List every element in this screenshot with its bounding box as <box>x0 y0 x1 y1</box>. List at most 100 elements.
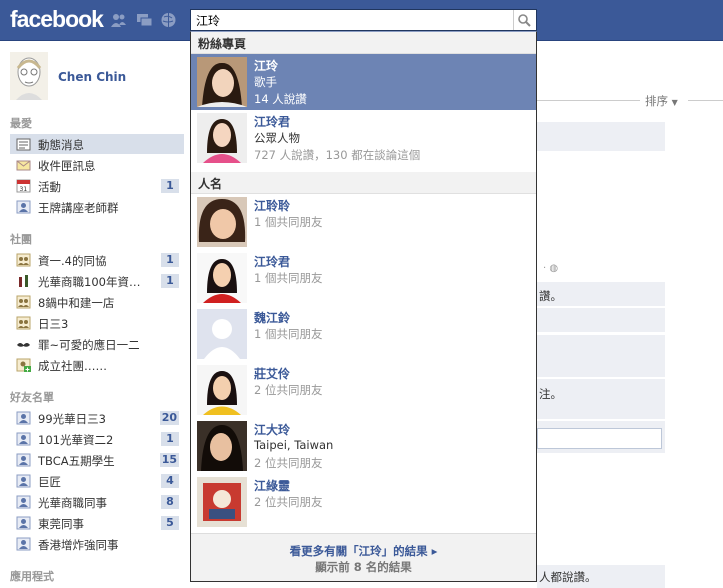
favorites-item-label: 王牌講座老師群 <box>38 201 119 215</box>
groups-item[interactable]: 資一.4的同協 1 <box>10 250 184 270</box>
result-photo <box>197 477 247 527</box>
result-photo <box>197 309 247 359</box>
result-name: 江綠靈 <box>254 479 291 493</box>
facebook-logo[interactable]: facebook <box>10 6 104 33</box>
globe-icon: · ◍ <box>543 263 559 274</box>
feed-item-bg <box>537 122 665 151</box>
person-result[interactable]: 魏江鈴 1 個共同朋友 <box>191 306 536 362</box>
count-badge: 5 <box>161 516 179 530</box>
profile-name[interactable]: Chen Chin <box>58 70 126 84</box>
search-input[interactable] <box>191 10 518 30</box>
avatar <box>10 52 48 100</box>
groups-item-label: 日三3 <box>38 317 69 331</box>
groups-item[interactable]: 日三3 <box>10 313 184 333</box>
person-result[interactable]: 江大玲 Taipei, Taiwan 2 位共同朋友 <box>191 418 536 474</box>
result-name: 魏江鈴 <box>254 311 291 325</box>
person-icon <box>16 411 31 425</box>
feed-item-bg <box>537 335 665 377</box>
groups-item[interactable]: 罪~可愛的應日一二 <box>10 334 184 354</box>
person-result[interactable]: 莊艾伶 2 位共同朋友 <box>191 362 536 418</box>
person-icon <box>16 474 31 488</box>
favorites-item[interactable]: 收件匣訊息 <box>10 155 184 175</box>
groups-item-label: 資一.4的同協 <box>38 254 107 268</box>
friend_lists-item[interactable]: 101光華資二2 1 <box>10 429 184 449</box>
friend_lists-item-label: 香港增炸強同事 <box>38 538 119 552</box>
news-feed-icon <box>16 138 31 151</box>
feed-text: 注。 <box>539 387 562 401</box>
result-photo <box>197 365 247 415</box>
result-photo <box>197 421 247 471</box>
friend_lists-item-label: 101光華資二2 <box>38 433 114 447</box>
result-name: 江玲君 <box>254 255 291 269</box>
groups-item[interactable]: 8鍋中和建一店 <box>10 292 184 312</box>
person-result[interactable]: 江綠靈 2 位共同朋友 <box>191 474 536 530</box>
person-icon <box>16 537 31 551</box>
person-icon <box>16 200 31 214</box>
friend-requests-icon[interactable] <box>110 12 127 28</box>
groups-item-label: 光華商職100年資… <box>38 275 141 289</box>
messages-icon <box>16 160 31 171</box>
search-button[interactable] <box>513 10 536 30</box>
notifications-icon[interactable] <box>160 12 177 28</box>
groups-item[interactable]: 成立社團…… <box>10 355 184 375</box>
person-result[interactable]: 江玲君 1 個共同朋友 <box>191 250 536 306</box>
result-detail: 727 人說讚，130 都在談論這個 <box>254 148 421 162</box>
result-name: 江大玲 <box>254 423 291 437</box>
result-subtitle: 公眾人物 <box>254 131 300 145</box>
friend_lists-item-label: 99光華日三3 <box>38 412 106 426</box>
calendar-icon: 31 <box>16 179 31 193</box>
result-photo <box>197 113 247 163</box>
person-icon <box>16 432 31 446</box>
see-more-footer[interactable]: 看更多有關「江玲」的結果 ▸ 顯示前 8 名的結果 <box>191 533 536 581</box>
messages-icon[interactable] <box>136 12 153 28</box>
result-detail: 2 位共同朋友 <box>254 495 323 509</box>
friend_lists-item[interactable]: 光華商職同事 8 <box>10 492 184 512</box>
groups-item-label: 罪~可愛的應日一二 <box>38 338 140 352</box>
result-photo <box>197 253 247 303</box>
result-photo <box>197 57 247 107</box>
friend_lists-item-label: 東莞同事 <box>38 517 84 531</box>
result-subtitle: 歌手 <box>254 75 277 89</box>
page-result[interactable]: 江玲君公眾人物 727 人說讚，130 都在談論這個 <box>191 110 536 166</box>
showing-count: 顯示前 8 名的結果 <box>315 560 412 574</box>
result-name: 江玲君 <box>254 115 291 129</box>
favorites-item[interactable]: 王牌講座老師群 <box>10 197 184 217</box>
person-icon <box>16 516 31 530</box>
group-icon <box>16 253 31 267</box>
feed-text: 人都說讚。 <box>539 570 597 584</box>
person-icon <box>16 495 31 509</box>
search-box[interactable] <box>190 9 537 31</box>
people-header: 人名 <box>191 172 536 194</box>
friend_lists-item[interactable]: 巨匠 4 <box>10 471 184 491</box>
feed-item-bg <box>537 308 665 332</box>
groups-item-label: 8鍋中和建一店 <box>38 296 115 310</box>
sort-label: 排序 <box>645 94 668 108</box>
friend_lists-item[interactable]: 香港增炸強同事 <box>10 534 184 554</box>
count-badge: 1 <box>161 274 179 288</box>
result-photo <box>197 197 247 247</box>
favorites-item[interactable]: 動態消息 <box>10 134 184 154</box>
sort-menu[interactable]: 排序 ▼ <box>645 93 678 109</box>
friend_lists-item[interactable]: 東莞同事 5 <box>10 513 184 533</box>
comment-input[interactable] <box>537 428 662 449</box>
page-result[interactable]: 江玲歌手 14 人說讚 <box>191 54 536 110</box>
friend-lists-heading: 好友名單 <box>10 391 54 404</box>
wine-icon <box>19 275 28 287</box>
result-name: 江玲 <box>254 59 279 73</box>
see-more-link[interactable]: 看更多有關「江玲」的結果 ▸ <box>191 543 536 559</box>
count-badge: 15 <box>159 453 179 467</box>
add-group-icon <box>16 358 31 372</box>
favorites-item-label: 收件匣訊息 <box>38 159 96 173</box>
groups-item[interactable]: 光華商職100年資… 1 <box>10 271 184 291</box>
chevron-down-icon: ▼ <box>671 98 678 107</box>
pages-header: 粉絲專頁 <box>191 32 536 54</box>
friend_lists-item[interactable]: TBCA五期學生 15 <box>10 450 184 470</box>
friend_lists-item[interactable]: 99光華日三3 20 <box>10 408 184 428</box>
group-icon <box>16 295 31 309</box>
person-result[interactable]: 江聆聆 1 個共同朋友 <box>191 194 536 250</box>
result-detail: 2 位共同朋友 <box>254 456 323 470</box>
result-name: 江聆聆 <box>254 199 291 213</box>
favorites-item[interactable]: 31 活動 1 <box>10 176 184 196</box>
mustache-icon <box>17 343 30 347</box>
result-detail: 14 人說讚 <box>254 92 307 106</box>
